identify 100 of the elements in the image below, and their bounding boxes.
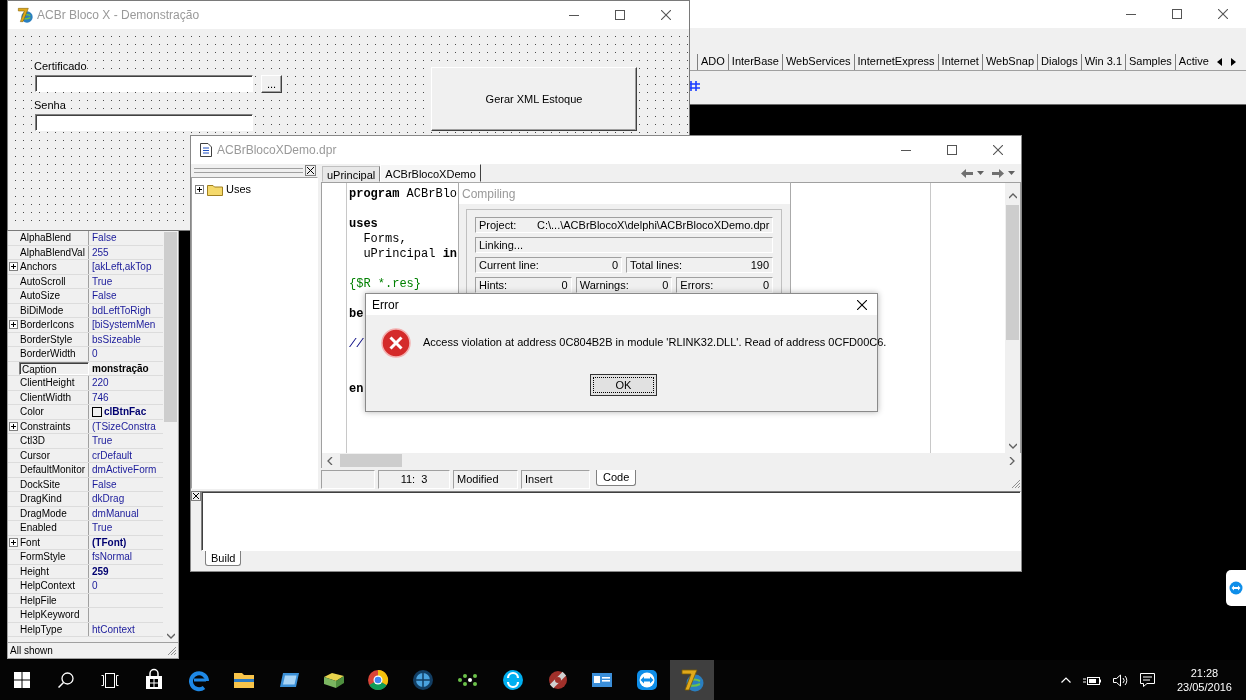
property-value[interactable]: monstração (92, 361, 149, 375)
property-value[interactable]: bsSizeable (92, 332, 141, 346)
battery-icon[interactable] (1082, 674, 1101, 686)
property-value[interactable]: crDefault (92, 448, 132, 462)
close-button[interactable] (191, 491, 201, 501)
property-name[interactable]: DragMode (19, 506, 89, 520)
property-value[interactable]: htContext (92, 622, 135, 636)
property-value[interactable]: (TFont) (92, 535, 127, 549)
expand-icon[interactable] (9, 262, 18, 272)
editor-tab[interactable]: ACBrBlocoXDemo (380, 164, 481, 182)
palette-tab[interactable]: Win 3.1 (1080, 54, 1125, 70)
palette-tab[interactable]: WebServices (781, 54, 854, 70)
property-value[interactable]: False (92, 231, 117, 245)
palette-tab[interactable]: Samples (1125, 54, 1175, 70)
four-squares-icon (13, 672, 30, 688)
property-name[interactable]: AutoScroll (19, 274, 89, 288)
property-value[interactable]: 220 (92, 376, 109, 390)
property-name[interactable]: Constraints (19, 419, 89, 433)
property-value[interactable]: False (92, 477, 117, 491)
property-name[interactable]: DockSite (19, 477, 89, 491)
property-name[interactable]: FormStyle (19, 550, 89, 564)
chevron-up-icon[interactable] (1060, 677, 1071, 683)
property-value[interactable]: clBtnFac (104, 405, 147, 419)
ok-button[interactable]: OK (590, 374, 657, 396)
message-tab[interactable]: Build (205, 551, 242, 566)
property-name[interactable]: HelpType (19, 622, 89, 636)
palette-tab[interactable]: Dialogs (1037, 54, 1081, 70)
taskbar-button[interactable] (669, 660, 715, 700)
property-name[interactable]: Color (19, 405, 89, 419)
property-name[interactable]: HelpFile (19, 593, 89, 607)
property-name[interactable]: AutoSize (19, 289, 89, 303)
view-tab[interactable]: Code (596, 470, 637, 486)
property-value[interactable]: 255 (92, 245, 109, 259)
speech-bubble-icon[interactable] (1139, 673, 1155, 687)
property-name[interactable]: BorderIcons (19, 318, 89, 332)
property-name[interactable]: BiDiMode (19, 303, 89, 317)
property-value[interactable]: [akLeft,akTop (92, 260, 152, 274)
forward-button[interactable] (990, 168, 1017, 178)
property-value[interactable]: fsNormal (92, 550, 132, 564)
property-value[interactable]: [biSystemMen (92, 318, 156, 332)
property-value[interactable]: dkDrag (92, 492, 125, 506)
scrollbar[interactable] (163, 231, 178, 642)
property-value[interactable]: 259 (92, 564, 109, 578)
scrollbar[interactable] (1005, 183, 1020, 453)
browse-button[interactable]: ... (261, 75, 282, 93)
property-name[interactable]: Cursor (19, 448, 89, 462)
property-value[interactable]: dmManual (92, 506, 139, 520)
back-button[interactable] (959, 168, 986, 178)
text-field[interactable] (35, 114, 253, 131)
code-line: Forms, (362, 232, 407, 247)
text-field[interactable] (35, 75, 253, 92)
tree-item[interactable]: Uses (226, 182, 252, 196)
expand-icon[interactable] (9, 537, 18, 547)
counter-value: 0 (662, 279, 669, 291)
palette-tab[interactable]: InternetExpress (853, 54, 938, 70)
property-name[interactable]: BorderStyle (19, 332, 89, 346)
expand-icon[interactable] (195, 184, 204, 194)
property-name[interactable]: Font (19, 535, 89, 549)
scrollbar-thumb[interactable] (340, 454, 402, 467)
property-value[interactable]: (TSizeConstra (92, 419, 156, 433)
property-name[interactable]: Enabled (19, 521, 89, 535)
stacked-windows-icon (101, 672, 119, 688)
scrollbar-thumb[interactable] (1006, 205, 1019, 340)
property-value[interactable]: bdLeftToRigh (92, 303, 151, 317)
hash-icon[interactable] (688, 81, 700, 91)
palette-tab[interactable]: ADO (697, 54, 728, 70)
speaker-icon[interactable] (1112, 673, 1128, 687)
side-panel-tab[interactable] (1226, 570, 1246, 606)
property-name[interactable]: DragKind (19, 492, 89, 506)
property-value[interactable]: True (92, 274, 113, 288)
palette-tab[interactable]: InterBase (727, 54, 782, 70)
property-name[interactable]: ClientHeight (19, 376, 89, 390)
property-name[interactable]: AlphaBlendVal (19, 245, 89, 259)
palette-tab[interactable]: Internet (937, 54, 982, 70)
maximize-icon (947, 145, 957, 155)
generate-xml-button[interactable]: Gerar XML Estoque (431, 67, 637, 131)
property-value[interactable]: 746 (92, 390, 109, 404)
property-name[interactable]: Caption (19, 361, 89, 375)
field-label: Project: (479, 219, 518, 231)
property-value[interactable]: 0 (92, 579, 98, 593)
expand-icon[interactable] (9, 421, 18, 431)
property-name[interactable]: BorderWidth (19, 347, 89, 361)
property-name[interactable]: Anchors (19, 260, 89, 274)
scrollbar-thumb[interactable] (164, 232, 177, 422)
property-value[interactable]: True (92, 521, 113, 535)
property-name[interactable]: HelpContext (19, 579, 89, 593)
property-name[interactable]: Ctl3D (19, 434, 89, 448)
property-value[interactable]: dmActiveForm (92, 463, 157, 477)
property-name[interactable]: DefaultMonitor (19, 463, 89, 477)
property-value[interactable]: True (92, 434, 113, 448)
property-value[interactable]: False (92, 289, 117, 303)
property-name[interactable]: Height (19, 564, 89, 578)
property-name[interactable]: ClientWidth (19, 390, 89, 404)
property-value[interactable]: 0 (92, 347, 98, 361)
close-button[interactable] (305, 165, 316, 176)
palette-tab[interactable]: Active (1174, 54, 1212, 70)
palette-tab[interactable]: WebSnap (981, 54, 1037, 70)
expand-icon[interactable] (9, 320, 18, 330)
property-name[interactable]: HelpKeyword (19, 608, 89, 622)
editor-tab[interactable]: uPrincipal (322, 166, 381, 182)
